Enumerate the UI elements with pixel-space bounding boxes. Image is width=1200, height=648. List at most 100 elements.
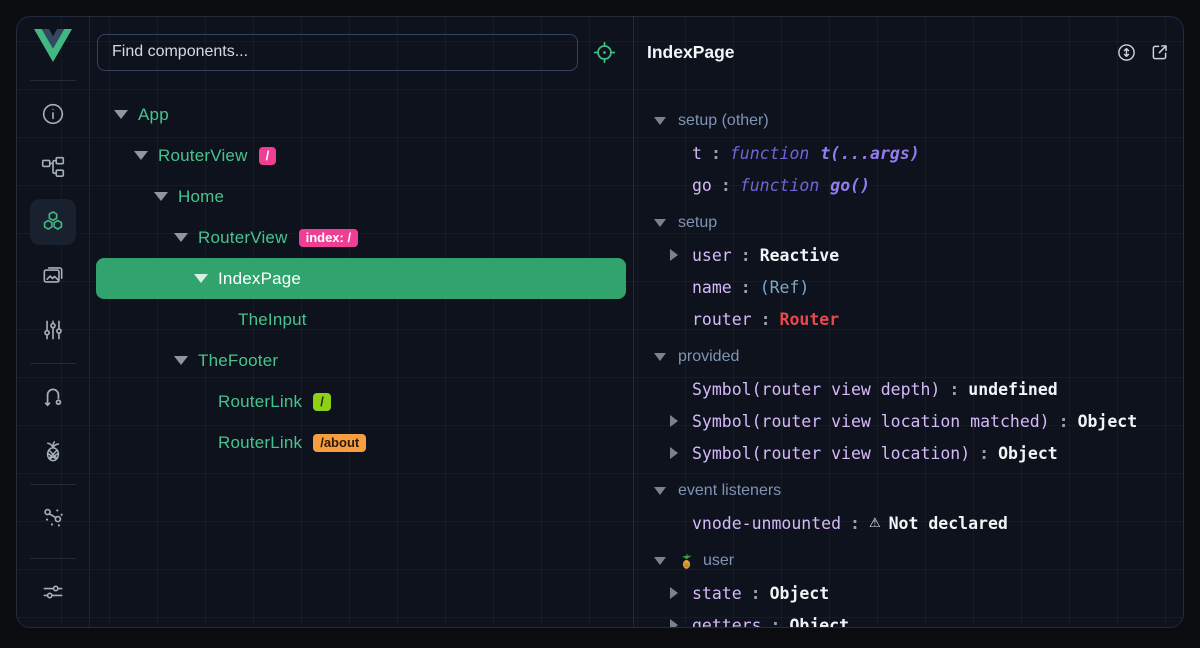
section-header[interactable]: event listeners [634,475,1184,507]
state-value: Router [780,310,840,329]
component-details-panel: IndexPage setup (other) t:functiont(...ar… [633,17,1184,627]
expander-arrow-icon[interactable] [194,274,218,283]
tree-node-home[interactable]: Home [96,176,626,217]
sidebar-item-components[interactable] [30,199,76,245]
tree-node-indexpage[interactable]: IndexPage [96,258,626,299]
chevron-down-icon [654,219,666,227]
state-value: Not declared [889,514,1008,533]
vue-logo-icon[interactable] [17,17,89,74]
tree-node-theinput[interactable]: TheInput [96,299,626,340]
section-header[interactable]: user [634,545,1184,577]
expander-arrow-icon[interactable] [670,249,692,261]
section-header[interactable]: setup [634,207,1184,239]
sidebar-divider [30,80,76,81]
expander-arrow-icon[interactable] [134,151,158,160]
state-row-router[interactable]: router:Router [634,303,1184,335]
chevron-right-icon [670,587,678,599]
expander-arrow-icon[interactable] [670,619,692,627]
expander-arrow-icon[interactable] [174,356,198,365]
state-value: Object [1078,412,1138,431]
state-row-symbol-router-view-location-matched-[interactable]: Symbol(router view location matched):Obj… [634,405,1184,437]
state-value: Object [770,584,830,603]
chevron-down-icon [154,192,168,201]
route-badge: / [313,393,331,411]
state-row-symbol-router-view-depth-[interactable]: Symbol(router view depth):undefined [634,373,1184,405]
chevron-down-icon [114,110,128,119]
sidebar-item-overview[interactable] [30,91,76,137]
expander-arrow-icon[interactable] [174,233,198,242]
section-header[interactable]: provided [634,341,1184,373]
component-inspector-target-icon[interactable] [592,40,617,65]
state-section-setup: setup user: Reactive name:(Ref)router:Route… [634,207,1184,335]
search-input[interactable] [97,34,578,71]
state-value: Object [789,616,849,628]
chevron-right-icon [670,415,678,427]
component-name: RouterLink [218,392,302,412]
tree-node-app[interactable]: App [96,94,626,135]
state-row-go[interactable]: go:functiongo() [634,169,1184,201]
sidebar-item-graph[interactable] [30,495,76,541]
tree-indent [96,237,174,238]
tree-indent [96,401,194,402]
chevron-down-icon [134,151,148,160]
key-value-separator: : [751,584,761,603]
state-key: go [692,176,712,195]
sidebar-nav [17,87,89,545]
expander-arrow-icon[interactable] [154,192,178,201]
tree-node-routerlink[interactable]: RouterLink/about [96,422,626,463]
component-title: IndexPage [647,42,1104,63]
state-key: user [692,246,732,265]
component-name: RouterView [198,228,288,248]
state-key: router [692,310,752,329]
tree-node-thefooter[interactable]: TheFooter [96,340,626,381]
chevron-right-icon [670,249,678,261]
state-key: vnode-unmounted [692,514,841,533]
state-row-getters[interactable]: getters:Object [634,609,1184,627]
timeline-sliders-icon [40,317,66,343]
state-key: Symbol(router view location) [692,444,970,463]
expand-collapse-icon[interactable] [1116,42,1137,63]
sidebar-item-router[interactable] [30,374,76,420]
section-header[interactable]: setup (other) [634,105,1184,137]
sidebar-item-settings[interactable] [30,569,76,615]
component-name: App [138,105,169,125]
tree-node-routerlink[interactable]: RouterLink / [96,381,626,422]
state-row-user[interactable]: user: Reactive [634,239,1184,271]
state-row-t[interactable]: t:functiont(...args) [634,137,1184,169]
expander-arrow-icon[interactable] [670,447,692,459]
component-tree: AppRouterView/HomeRouterViewindex: /Inde… [89,87,633,627]
tree-node-routerview[interactable]: RouterViewindex: / [96,217,626,258]
state-row-vnode-unmounted[interactable]: vnode-unmounted:⚠Not declared [634,507,1184,539]
key-value-separator: : [741,246,751,265]
state-section-setup-other-: setup (other) t:functiont(...args)go:func… [634,105,1184,201]
state-value: Reactive [760,246,839,265]
key-value-separator: : [711,144,721,163]
component-name: RouterLink [218,433,302,453]
section-label: setup (other) [678,112,769,130]
expander-arrow-icon[interactable] [670,587,692,599]
state-row-state[interactable]: state:Object [634,577,1184,609]
tree-indent [96,155,134,156]
component-tree-panel: AppRouterView/HomeRouterViewindex: /Inde… [89,17,633,627]
state-row-name[interactable]: name:(Ref) [634,271,1184,303]
tree-indent [96,319,214,320]
open-in-editor-icon[interactable] [1149,42,1170,63]
details-header: IndexPage [634,17,1184,87]
state-key: Symbol(router view depth) [692,380,940,399]
state-row-symbol-router-view-location-[interactable]: Symbol(router view location):Object [634,437,1184,469]
tree-node-routerview[interactable]: RouterView/ [96,135,626,176]
sidebar-item-pinia[interactable] [30,428,76,474]
expander-arrow-icon[interactable] [670,415,692,427]
chevron-down-icon [654,117,666,125]
key-value-separator: : [1059,412,1069,431]
route-badge: /about [313,434,366,452]
sidebar-item-timeline[interactable] [30,307,76,353]
sidebar-item-assets[interactable] [30,253,76,299]
component-name: TheInput [238,310,307,330]
route-badge: / [259,147,277,165]
section-label: user [703,552,734,570]
sidebar-item-pages[interactable] [30,145,76,191]
sidebar-divider [30,363,76,364]
expander-arrow-icon[interactable] [114,110,138,119]
info-circle-icon [40,101,66,127]
